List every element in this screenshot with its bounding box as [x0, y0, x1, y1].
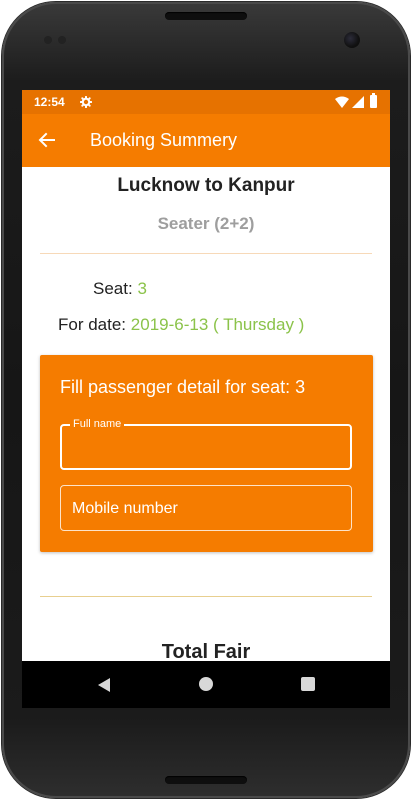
- booking-summary-content[interactable]: Lucknow to Kanpur Seater (2+2) Seat: 3 F…: [22, 167, 390, 663]
- mobile-number-field[interactable]: Mobile number: [60, 485, 352, 531]
- earpiece-speaker: [165, 12, 247, 20]
- status-bar: 12:54: [22, 90, 390, 114]
- full-name-field[interactable]: Full name: [60, 418, 352, 470]
- bottom-speaker: [165, 776, 247, 784]
- passenger-card-title: Fill passenger detail for seat: 3: [60, 377, 306, 397]
- battery-icon: [370, 93, 377, 108]
- status-time: 12:54: [34, 95, 65, 109]
- gear-icon: [80, 96, 92, 108]
- mobile-number-placeholder: Mobile number: [72, 500, 178, 517]
- divider: [40, 253, 372, 254]
- navigation-bar: [22, 661, 390, 708]
- proximity-sensor: [44, 36, 68, 44]
- nav-back-icon[interactable]: [97, 677, 111, 693]
- nav-recents-icon[interactable]: [301, 677, 315, 691]
- date-row: For date: 2019-6-13 ( Thursday ): [58, 315, 304, 335]
- date-value: 2019-6-13 ( Thursday ): [130, 315, 305, 334]
- nav-home-icon[interactable]: [199, 677, 213, 691]
- phone-frame: 12:54 Booking Summery Lucknow to Kanpur …: [0, 0, 413, 800]
- route-title: Lucknow to Kanpur: [117, 175, 295, 196]
- seat-label: Seat:: [93, 279, 133, 298]
- passenger-detail-card: Fill passenger detail for seat: 3 Full n…: [40, 355, 373, 552]
- bus-type: Seater (2+2): [157, 214, 255, 233]
- front-camera-icon: [344, 32, 360, 48]
- page-title: Booking Summery: [90, 130, 238, 150]
- app-bar: Booking Summery: [22, 114, 390, 167]
- screen: 12:54 Booking Summery Lucknow to Kanpur …: [22, 90, 390, 708]
- arrow-left-icon[interactable]: [36, 129, 58, 151]
- seat-value: 3: [137, 279, 147, 298]
- date-label: For date:: [58, 315, 127, 334]
- signal-icon: [352, 96, 364, 108]
- divider: [40, 596, 372, 597]
- wifi-icon: [335, 96, 349, 108]
- seat-row: Seat: 3: [93, 279, 147, 299]
- full-name-label: Full name: [70, 418, 125, 430]
